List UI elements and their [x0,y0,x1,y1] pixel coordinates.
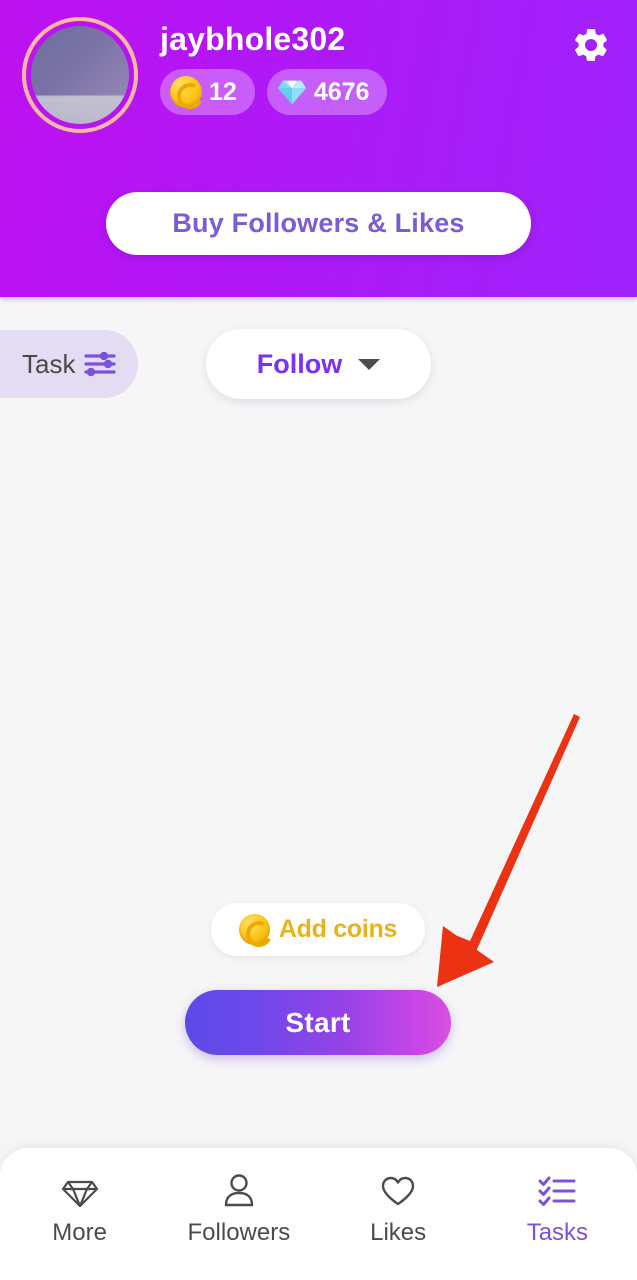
diamond-icon [277,77,307,107]
coin-icon [238,914,270,945]
bottom-navigation: More Followers Likes Tasks [0,1148,637,1280]
nav-label-more: More [52,1219,107,1246]
profile-header: jaybhole302 12 4676 Buy Followers & Like… [0,0,637,297]
coin-balance-value: 12 [209,77,237,106]
task-type-select[interactable]: Follow [206,329,431,399]
app-root: jaybhole302 12 4676 Buy Followers & Like… [0,0,637,1280]
gear-icon [571,25,611,68]
diamond-icon [59,1170,101,1212]
settings-button[interactable] [567,22,615,70]
start-button-label: Start [285,1006,351,1038]
add-coins-button[interactable]: Add coins [211,903,425,956]
avatar-image [31,26,129,124]
nav-item-tasks[interactable]: Tasks [478,1170,637,1247]
nav-item-followers[interactable]: Followers [159,1170,318,1247]
profile-text: jaybhole302 12 4676 [160,17,388,115]
nav-item-likes[interactable]: Likes [319,1170,478,1247]
profile-row: jaybhole302 12 4676 [22,17,388,133]
start-button[interactable]: Start [185,990,451,1055]
nav-label-tasks: Tasks [526,1219,589,1246]
task-list [0,410,637,890]
task-filter-label: Task [22,348,76,379]
sliders-icon [84,350,117,378]
chevron-down-icon [358,358,381,370]
coin-icon [170,76,202,108]
currency-badges: 12 4676 [160,69,388,115]
nav-label-followers: Followers [187,1219,291,1246]
filter-row: Task Follow [0,329,637,400]
heart-icon [377,1170,419,1212]
diamond-balance-value: 4676 [313,77,370,106]
task-filter-chip[interactable]: Task [0,330,139,398]
checklist-icon [536,1170,578,1212]
diamond-balance-badge[interactable]: 4676 [266,69,388,115]
buy-followers-likes-label: Buy Followers & Likes [172,208,465,238]
avatar[interactable] [22,17,138,133]
username-label: jaybhole302 [160,21,346,57]
coin-balance-badge[interactable]: 12 [160,69,255,115]
person-icon [218,1170,260,1212]
nav-label-likes: Likes [370,1219,427,1246]
add-coins-label: Add coins [278,915,398,943]
buy-followers-likes-button[interactable]: Buy Followers & Likes [106,192,531,255]
task-type-selected-label: Follow [256,348,343,379]
nav-item-more[interactable]: More [0,1170,159,1247]
